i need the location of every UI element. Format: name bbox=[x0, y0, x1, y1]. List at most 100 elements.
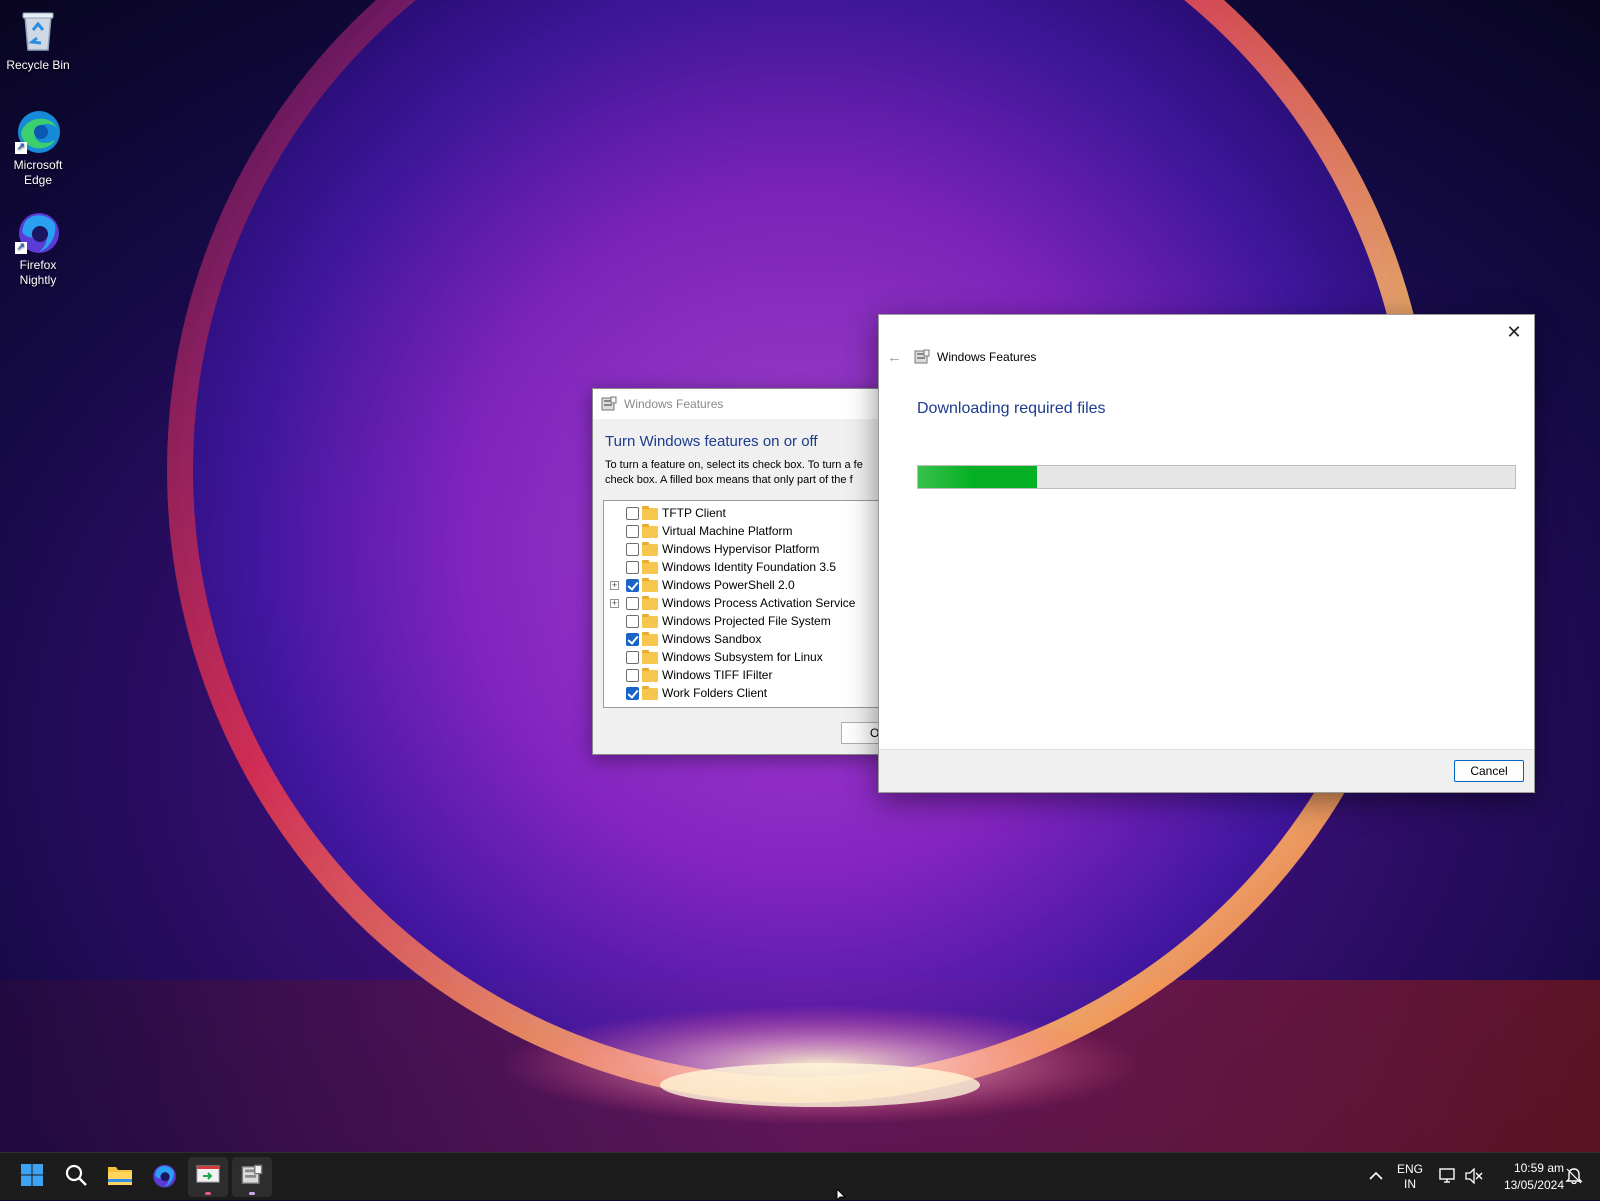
dialog-title: Windows Features bbox=[937, 350, 1037, 364]
description-line: check box. A filled box means that only … bbox=[605, 474, 853, 486]
windows-features-icon bbox=[914, 349, 930, 365]
feature-row[interactable]: Windows TIFF IFilter bbox=[604, 666, 881, 684]
ok-button[interactable]: OK bbox=[841, 722, 881, 744]
clock-date: 13/05/2024 bbox=[1503, 1178, 1564, 1192]
shortcut-arrow-icon: ↗ bbox=[15, 242, 27, 254]
file-explorer-button[interactable] bbox=[100, 1157, 140, 1197]
windows-features-icon bbox=[601, 396, 617, 412]
dialog-header: Windows Features bbox=[914, 349, 1036, 365]
windows-features-taskbar-button[interactable] bbox=[232, 1157, 272, 1197]
feature-label: Windows PowerShell 2.0 bbox=[662, 578, 795, 592]
language-code: ENG bbox=[1396, 1162, 1423, 1176]
remote-app-taskbar-button[interactable] bbox=[188, 1157, 228, 1197]
network-button[interactable] bbox=[1436, 1153, 1460, 1201]
feature-row[interactable]: Virtual Machine Platform bbox=[604, 522, 881, 540]
feature-label: Windows Subsystem for Linux bbox=[662, 650, 823, 664]
folder-icon bbox=[642, 614, 658, 628]
shortcut-arrow-icon: ↗ bbox=[15, 142, 27, 154]
feature-checkbox[interactable] bbox=[626, 543, 639, 556]
folder-icon bbox=[642, 506, 658, 520]
window-title: Windows Features bbox=[624, 397, 724, 411]
close-button[interactable]: ✕ bbox=[1500, 319, 1528, 345]
progress-bar-fill bbox=[918, 466, 1038, 488]
feature-label: Work Folders Client bbox=[662, 686, 768, 700]
feature-checkbox[interactable] bbox=[626, 615, 639, 628]
desktop-icon-label: Microsoft Edge bbox=[13, 158, 63, 187]
feature-checkbox[interactable] bbox=[626, 687, 639, 700]
feature-label: Windows TIFF IFilter bbox=[662, 668, 773, 682]
desktop-icon-label: Recycle Bin bbox=[6, 58, 70, 72]
language-indicator[interactable]: ENG IN bbox=[1392, 1153, 1428, 1201]
folder-icon bbox=[642, 578, 658, 592]
show-hidden-icons-button[interactable] bbox=[1362, 1153, 1390, 1201]
back-button[interactable]: ← bbox=[887, 349, 902, 366]
feature-checkbox[interactable] bbox=[626, 561, 639, 574]
feature-row[interactable]: Windows Subsystem for Linux bbox=[604, 648, 881, 666]
running-indicator bbox=[249, 1192, 255, 1195]
download-heading: Downloading required files bbox=[917, 400, 1106, 417]
start-button[interactable] bbox=[12, 1157, 52, 1197]
language-region: IN bbox=[1404, 1177, 1416, 1191]
progress-bar bbox=[917, 465, 1516, 489]
file-explorer-icon bbox=[107, 1163, 133, 1192]
feature-row[interactable]: Windows Sandbox bbox=[604, 630, 881, 648]
desktop-icon-firefox-nightly[interactable]: ↗ Firefox Nightly bbox=[4, 208, 72, 288]
feature-row[interactable]: Work Folders Client bbox=[604, 684, 881, 702]
dialog-footer: Cancel bbox=[879, 749, 1534, 792]
folder-icon bbox=[642, 560, 658, 574]
folder-icon bbox=[642, 632, 658, 646]
notifications-button[interactable] bbox=[1562, 1153, 1586, 1201]
feature-checkbox[interactable] bbox=[626, 633, 639, 646]
desktop-icon-label: Firefox Nightly bbox=[19, 258, 57, 287]
network-icon bbox=[1439, 1167, 1457, 1187]
clock-time: 10:59 am bbox=[1513, 1161, 1564, 1175]
feature-tree[interactable]: TFTP Client Virtual Machine Platform Windo… bbox=[603, 500, 881, 708]
windows-start-icon bbox=[20, 1163, 44, 1192]
features-heading: Turn Windows features on or off bbox=[605, 433, 818, 450]
folder-icon bbox=[642, 668, 658, 682]
expand-plus-icon[interactable]: + bbox=[610, 599, 619, 608]
folder-icon bbox=[642, 686, 658, 700]
notification-bell-icon bbox=[1565, 1167, 1583, 1188]
feature-row[interactable]: Windows Hypervisor Platform bbox=[604, 540, 881, 558]
feature-checkbox[interactable] bbox=[626, 651, 639, 664]
recycle-bin-icon bbox=[15, 8, 61, 54]
feature-label: Windows Projected File System bbox=[662, 614, 831, 628]
feature-checkbox[interactable] bbox=[626, 669, 639, 682]
remote-desktop-icon bbox=[196, 1164, 220, 1191]
desktop-icon-microsoft-edge[interactable]: ↗ Microsoft Edge bbox=[4, 108, 72, 188]
feature-row[interactable]: Windows Identity Foundation 3.5 bbox=[604, 558, 881, 576]
firefox-nightly-icon bbox=[151, 1162, 177, 1193]
search-icon bbox=[64, 1163, 88, 1192]
cancel-button[interactable]: Cancel bbox=[1454, 760, 1524, 782]
folder-icon bbox=[642, 596, 658, 610]
feature-checkbox[interactable] bbox=[626, 597, 639, 610]
download-progress-dialog[interactable]: ✕ ← Windows Features Downloading require… bbox=[878, 314, 1535, 793]
running-indicator bbox=[205, 1192, 211, 1195]
speaker-muted-icon bbox=[1465, 1166, 1483, 1187]
feature-checkbox[interactable] bbox=[626, 507, 639, 520]
feature-row[interactable]: TFTP Client bbox=[604, 504, 881, 522]
desktop-icon-recycle-bin[interactable]: Recycle Bin bbox=[4, 8, 72, 73]
folder-icon bbox=[642, 542, 658, 556]
feature-row[interactable]: + Windows PowerShell 2.0 bbox=[604, 576, 881, 594]
feature-row[interactable]: Windows Projected File System bbox=[604, 612, 881, 630]
search-button[interactable] bbox=[56, 1157, 96, 1197]
taskbar: ENG IN 10:59 am 13/05/2024 bbox=[0, 1152, 1600, 1200]
clock[interactable]: 10:59 am 13/05/2024 bbox=[1492, 1153, 1564, 1201]
feature-label: Windows Sandbox bbox=[662, 632, 762, 646]
folder-icon bbox=[642, 524, 658, 538]
window-titlebar[interactable]: Windows Features bbox=[593, 389, 881, 419]
firefox-taskbar-button[interactable] bbox=[144, 1157, 184, 1197]
windows-features-window[interactable]: Windows Features Turn Windows features o… bbox=[592, 388, 882, 755]
folder-icon bbox=[642, 650, 658, 664]
feature-label: Virtual Machine Platform bbox=[662, 524, 793, 538]
close-icon: ✕ bbox=[1506, 322, 1522, 342]
chevron-up-icon bbox=[1369, 1170, 1383, 1184]
feature-checkbox[interactable] bbox=[626, 525, 639, 538]
volume-button[interactable] bbox=[1462, 1153, 1486, 1201]
expand-plus-icon[interactable]: + bbox=[610, 581, 619, 590]
feature-checkbox[interactable] bbox=[626, 579, 639, 592]
feature-label: Windows Process Activation Service bbox=[662, 596, 856, 610]
feature-row[interactable]: + Windows Process Activation Service bbox=[604, 594, 881, 612]
